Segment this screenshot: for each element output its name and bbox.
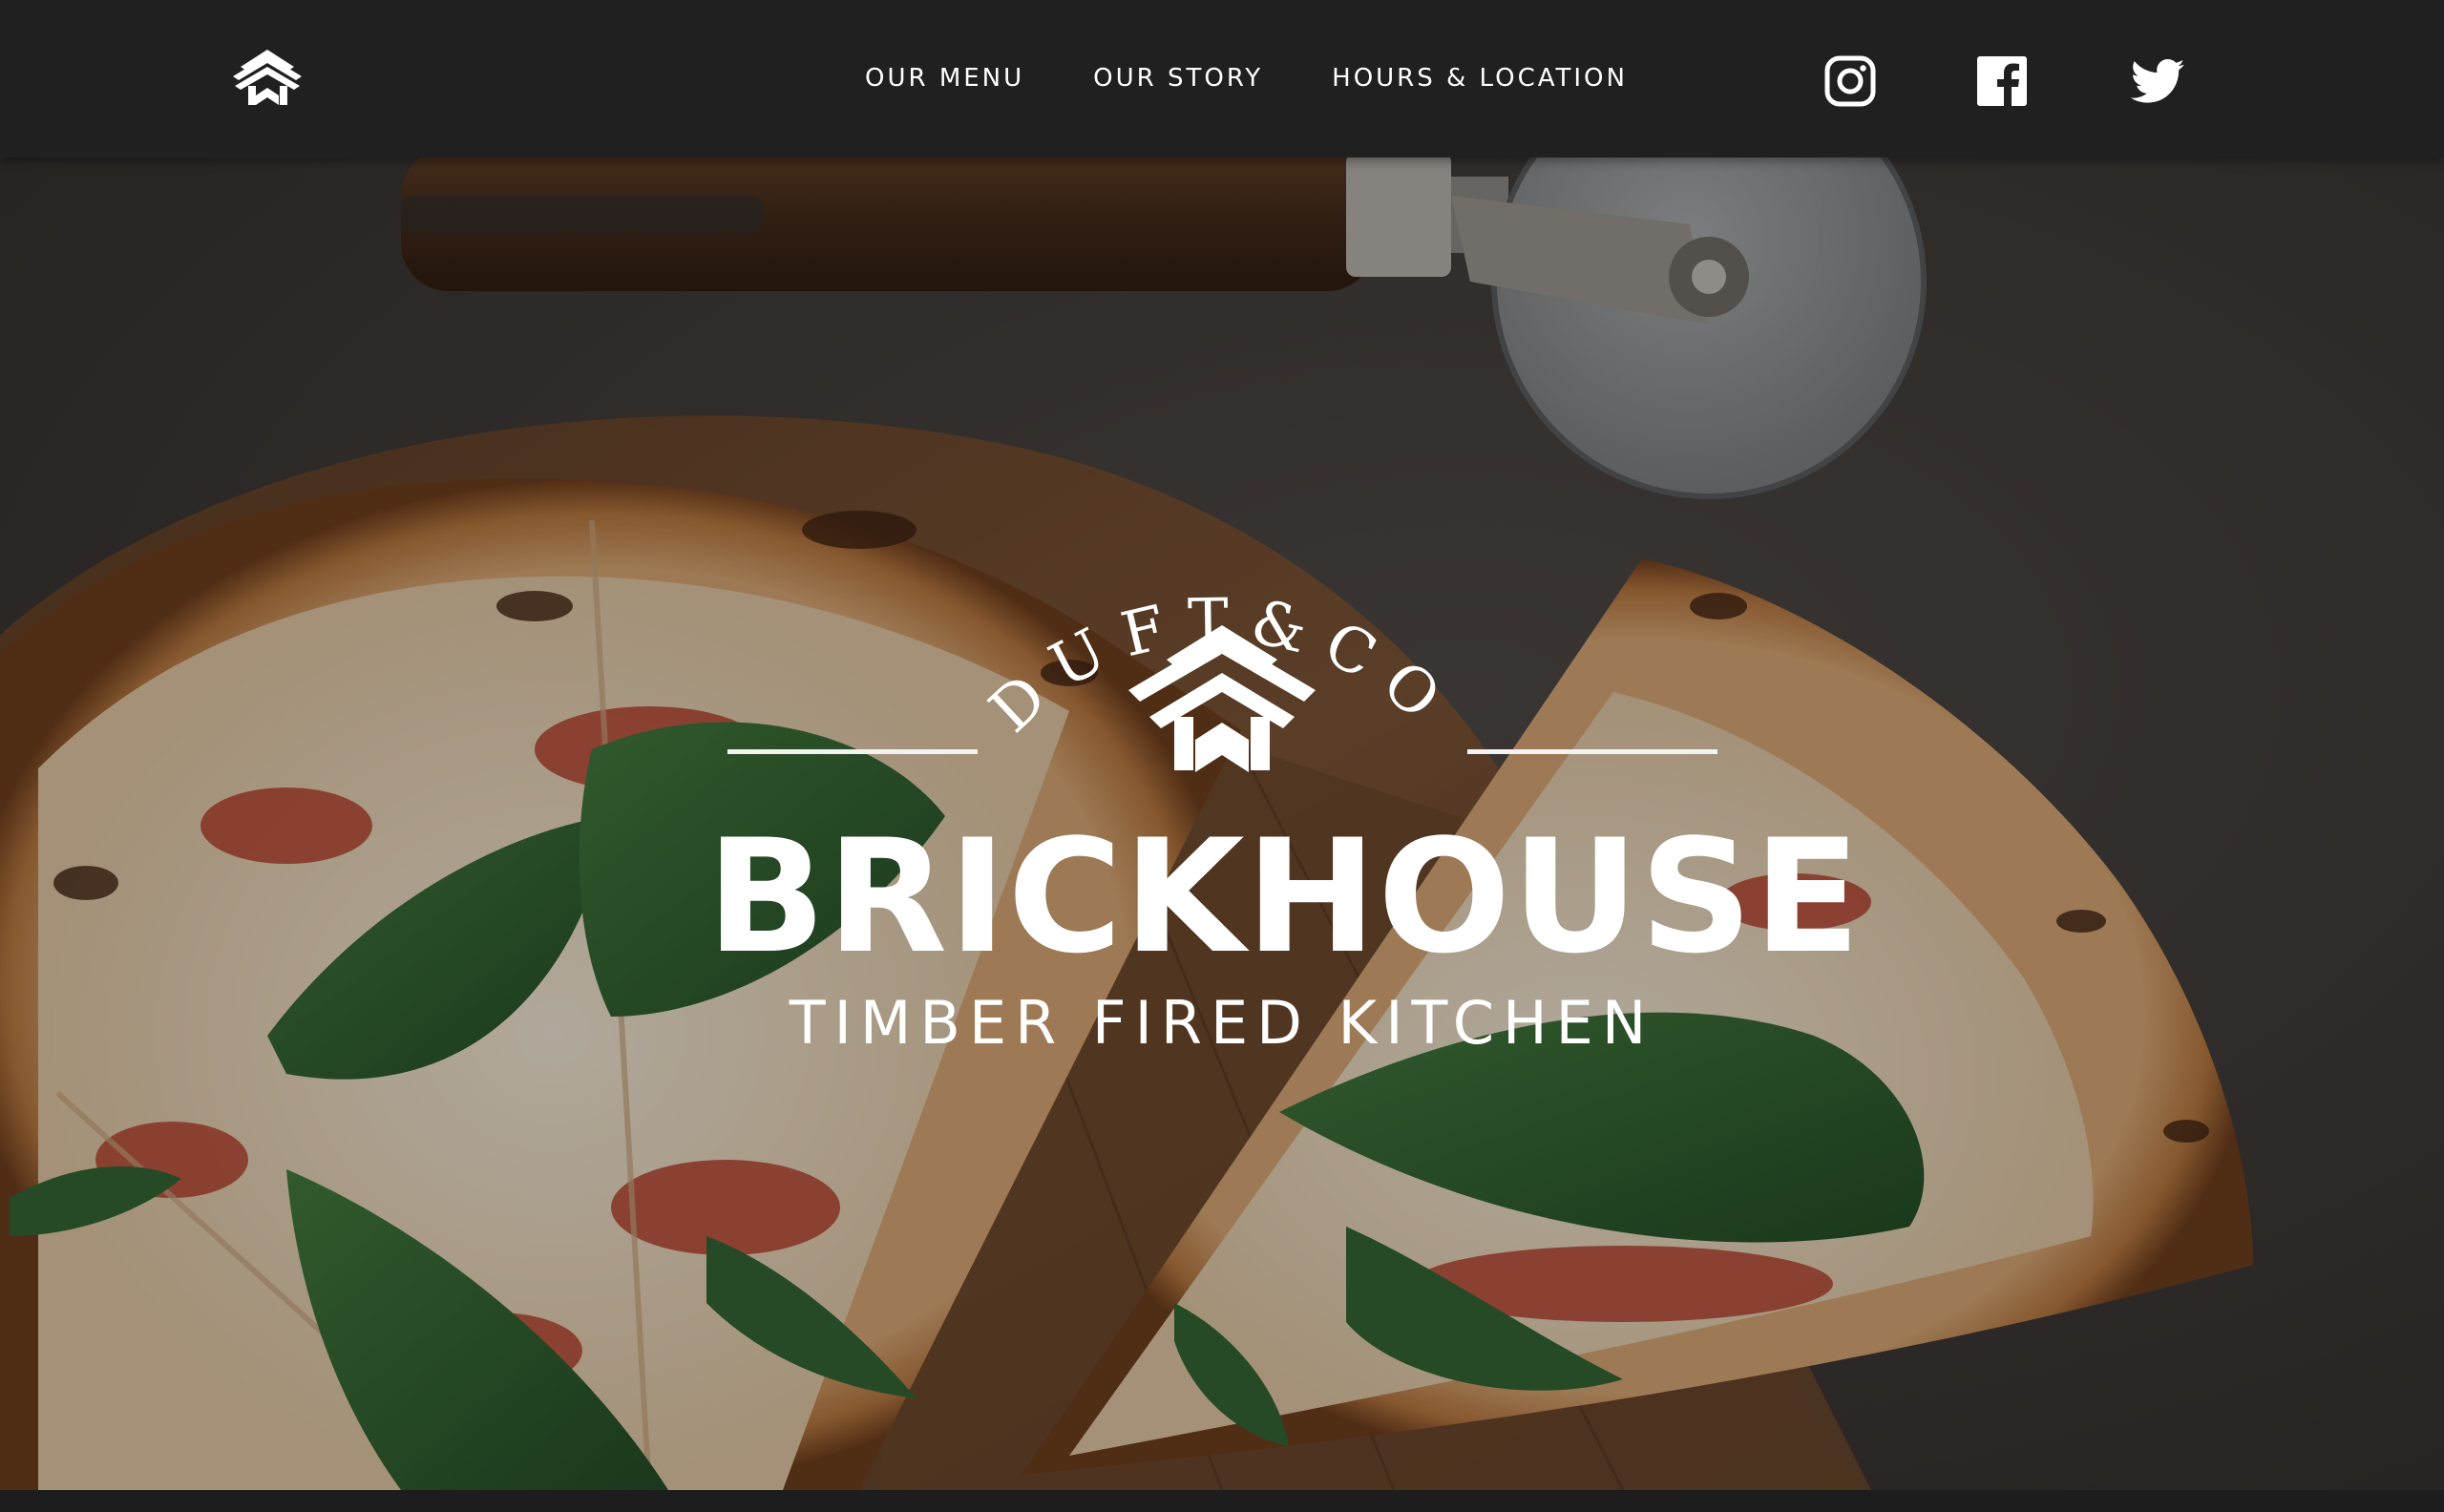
brickhouse-chevron-mark-icon [1128, 625, 1316, 772]
nav-our-menu[interactable]: OUR MENU [865, 61, 1024, 95]
brickhouse-logo-icon[interactable] [227, 48, 308, 109]
instagram-icon[interactable] [1823, 54, 1877, 108]
nav-hours-location[interactable]: HOURS & LOCATION [1332, 61, 1628, 95]
twitter-icon[interactable] [2129, 54, 2186, 108]
nav-our-story[interactable]: OUR STORY [1093, 61, 1263, 95]
facebook-icon[interactable] [1975, 54, 2029, 108]
bottom-strip [0, 1490, 2444, 1512]
site-header: OUR MENU OUR STORY HOURS & LOCATION [0, 0, 2444, 158]
main-nav: OUR MENU OUR STORY HOURS & LOCATION [865, 61, 1628, 95]
page: OUR MENU OUR STORY HOURS & LOCATION DUFT… [0, 0, 2444, 1512]
hero-section: DUFT&CO BRICKHOUSE TIMBER FIRED KITCHEN [0, 158, 2444, 1490]
brand-name: BRICKHOUSE [706, 806, 1862, 988]
divider-right [1467, 749, 1717, 754]
divider-left [727, 749, 978, 754]
brand-tagline: TIMBER FIRED KITCHEN [789, 988, 1655, 1058]
